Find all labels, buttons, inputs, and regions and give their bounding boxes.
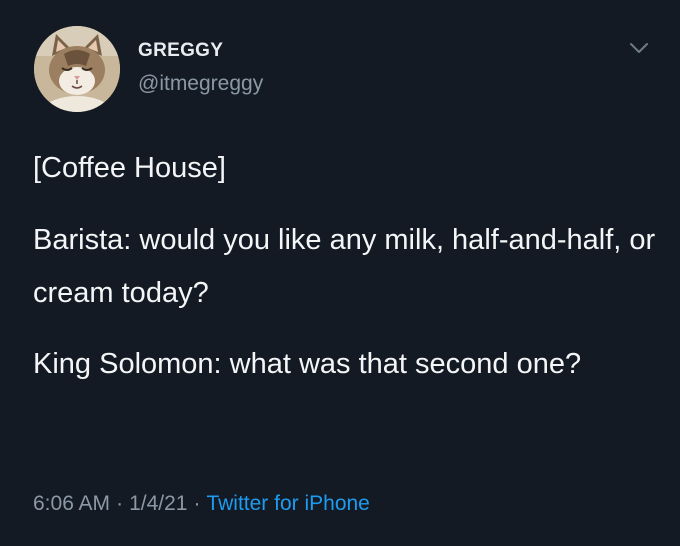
tweet-date[interactable]: 1/4/21: [129, 492, 187, 515]
tweet-meta: 6:06 AM · 1/4/21 · Twitter for iPhone: [33, 492, 370, 516]
meta-separator: ·: [116, 492, 124, 515]
author-handle[interactable]: @itmegreggy: [138, 72, 263, 96]
tweet-paragraph: Barista: would you like any milk, half-a…: [33, 224, 656, 309]
tweet-time[interactable]: 6:06 AM: [33, 492, 110, 515]
author-name[interactable]: GREGGY: [138, 40, 223, 62]
meta-separator: ·: [193, 492, 201, 515]
tweet-source-link[interactable]: Twitter for iPhone: [206, 492, 369, 515]
tweet-paragraph: King Solomon: what was that second one?: [33, 348, 582, 380]
tweet-paragraph: [Coffee House]: [33, 152, 226, 184]
tweet-card: GREGGY @itmegreggy [Coffee House] Barist…: [0, 0, 680, 546]
chevron-down-icon[interactable]: [624, 38, 654, 60]
cat-avatar-image: [34, 26, 120, 112]
avatar[interactable]: [34, 26, 120, 112]
